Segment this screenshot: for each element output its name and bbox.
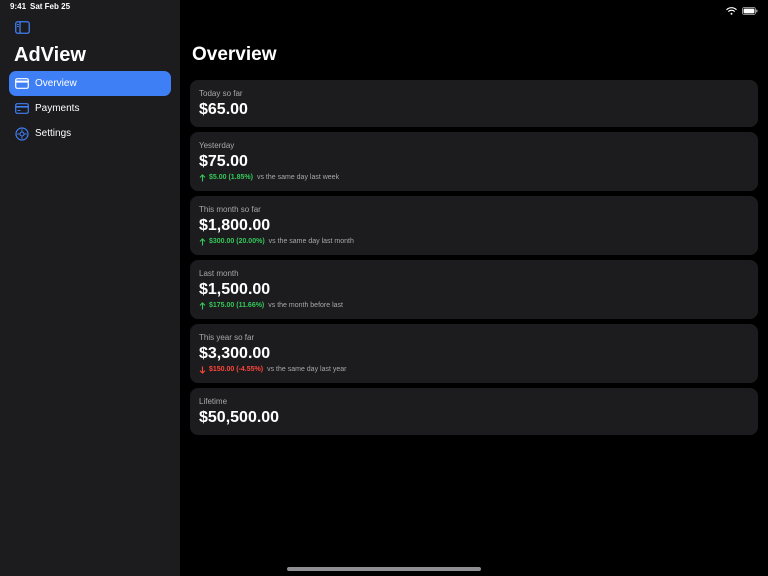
sidebar-item-settings[interactable]: Settings [9, 121, 171, 146]
status-date: Sat Feb 25 [30, 2, 71, 11]
sidebar-item-overview[interactable]: Overview [9, 71, 171, 96]
sidebar: AdView Overview Payments Settings [0, 0, 180, 576]
gear-icon [15, 126, 29, 141]
card-value: $3,300.00 [199, 345, 271, 362]
home-indicator[interactable] [287, 567, 481, 571]
stat-card-lifetime: Lifetime $50,500.00 [190, 388, 758, 435]
stat-card-last-month: Last month $1,500.00 $175.00 (11.66%) vs… [190, 260, 758, 319]
card-value: $1,800.00 [199, 217, 271, 234]
screen: AdView Overview Payments Settings 9:41 S… [0, 0, 768, 576]
change-context: vs the same day last year [267, 366, 347, 373]
card-icon [15, 77, 29, 91]
card-value: $1,500.00 [199, 281, 271, 298]
card-value: $75.00 [199, 153, 248, 170]
card-label: This month so far [199, 205, 261, 214]
stat-card-this-month: This month so far $1,800.00 $300.00 (20.… [190, 196, 758, 255]
card-label: Last month [199, 269, 239, 278]
sidebar-item-label: Settings [35, 128, 72, 139]
card-label: This year so far [199, 333, 255, 342]
change-context: vs the same day last month [268, 238, 354, 245]
sidebar-item-label: Overview [35, 78, 77, 89]
sidebar-nav: Overview Payments Settings [9, 71, 171, 146]
stat-card-today: Today so far $65.00 [190, 80, 758, 127]
card-value: $65.00 [199, 101, 248, 118]
change-context: vs the same day last week [256, 174, 340, 181]
change-context: vs the month before last [268, 302, 343, 309]
change-row: $300.00 (20.00%) vs the same day last mo… [199, 237, 749, 247]
status-time: 9:41 [10, 2, 27, 11]
sidebar-toggle-icon[interactable] [15, 21, 31, 35]
sidebar-item-payments[interactable]: Payments [9, 96, 171, 121]
arrow-down-icon [199, 366, 207, 375]
card-label: Lifetime [199, 397, 228, 406]
arrow-up-icon [199, 237, 207, 247]
change-row: $175.00 (11.66%) vs the month before las… [199, 301, 749, 311]
creditcard-icon [15, 102, 29, 116]
sidebar-item-label: Payments [35, 103, 80, 114]
card-value: $50,500.00 [199, 409, 280, 426]
change-row: $5.00 (1.85%) vs the same day last week [199, 173, 749, 183]
change-amount: $175.00 (11.66%) [209, 302, 265, 309]
stat-card-this-year: This year so far $3,300.00 $150.00 (-4.5… [190, 324, 758, 383]
app-title: AdView [14, 44, 86, 66]
page-title: Overview [192, 44, 277, 65]
card-label: Yesterday [199, 141, 235, 150]
change-row: $150.00 (-4.55%) vs the same day last ye… [199, 365, 749, 375]
change-amount: $150.00 (-4.55%) [209, 366, 264, 373]
stat-card-yesterday: Yesterday $75.00 $5.00 (1.85%) vs the sa… [190, 132, 758, 191]
arrow-up-icon [199, 301, 207, 311]
main-content: Overview Today so far $65.00 Yesterday $… [180, 0, 768, 576]
card-label: Today so far [199, 89, 243, 98]
change-amount: $5.00 (1.85%) [209, 174, 253, 181]
change-amount: $300.00 (20.00%) [209, 238, 265, 245]
arrow-up-icon [199, 173, 207, 183]
